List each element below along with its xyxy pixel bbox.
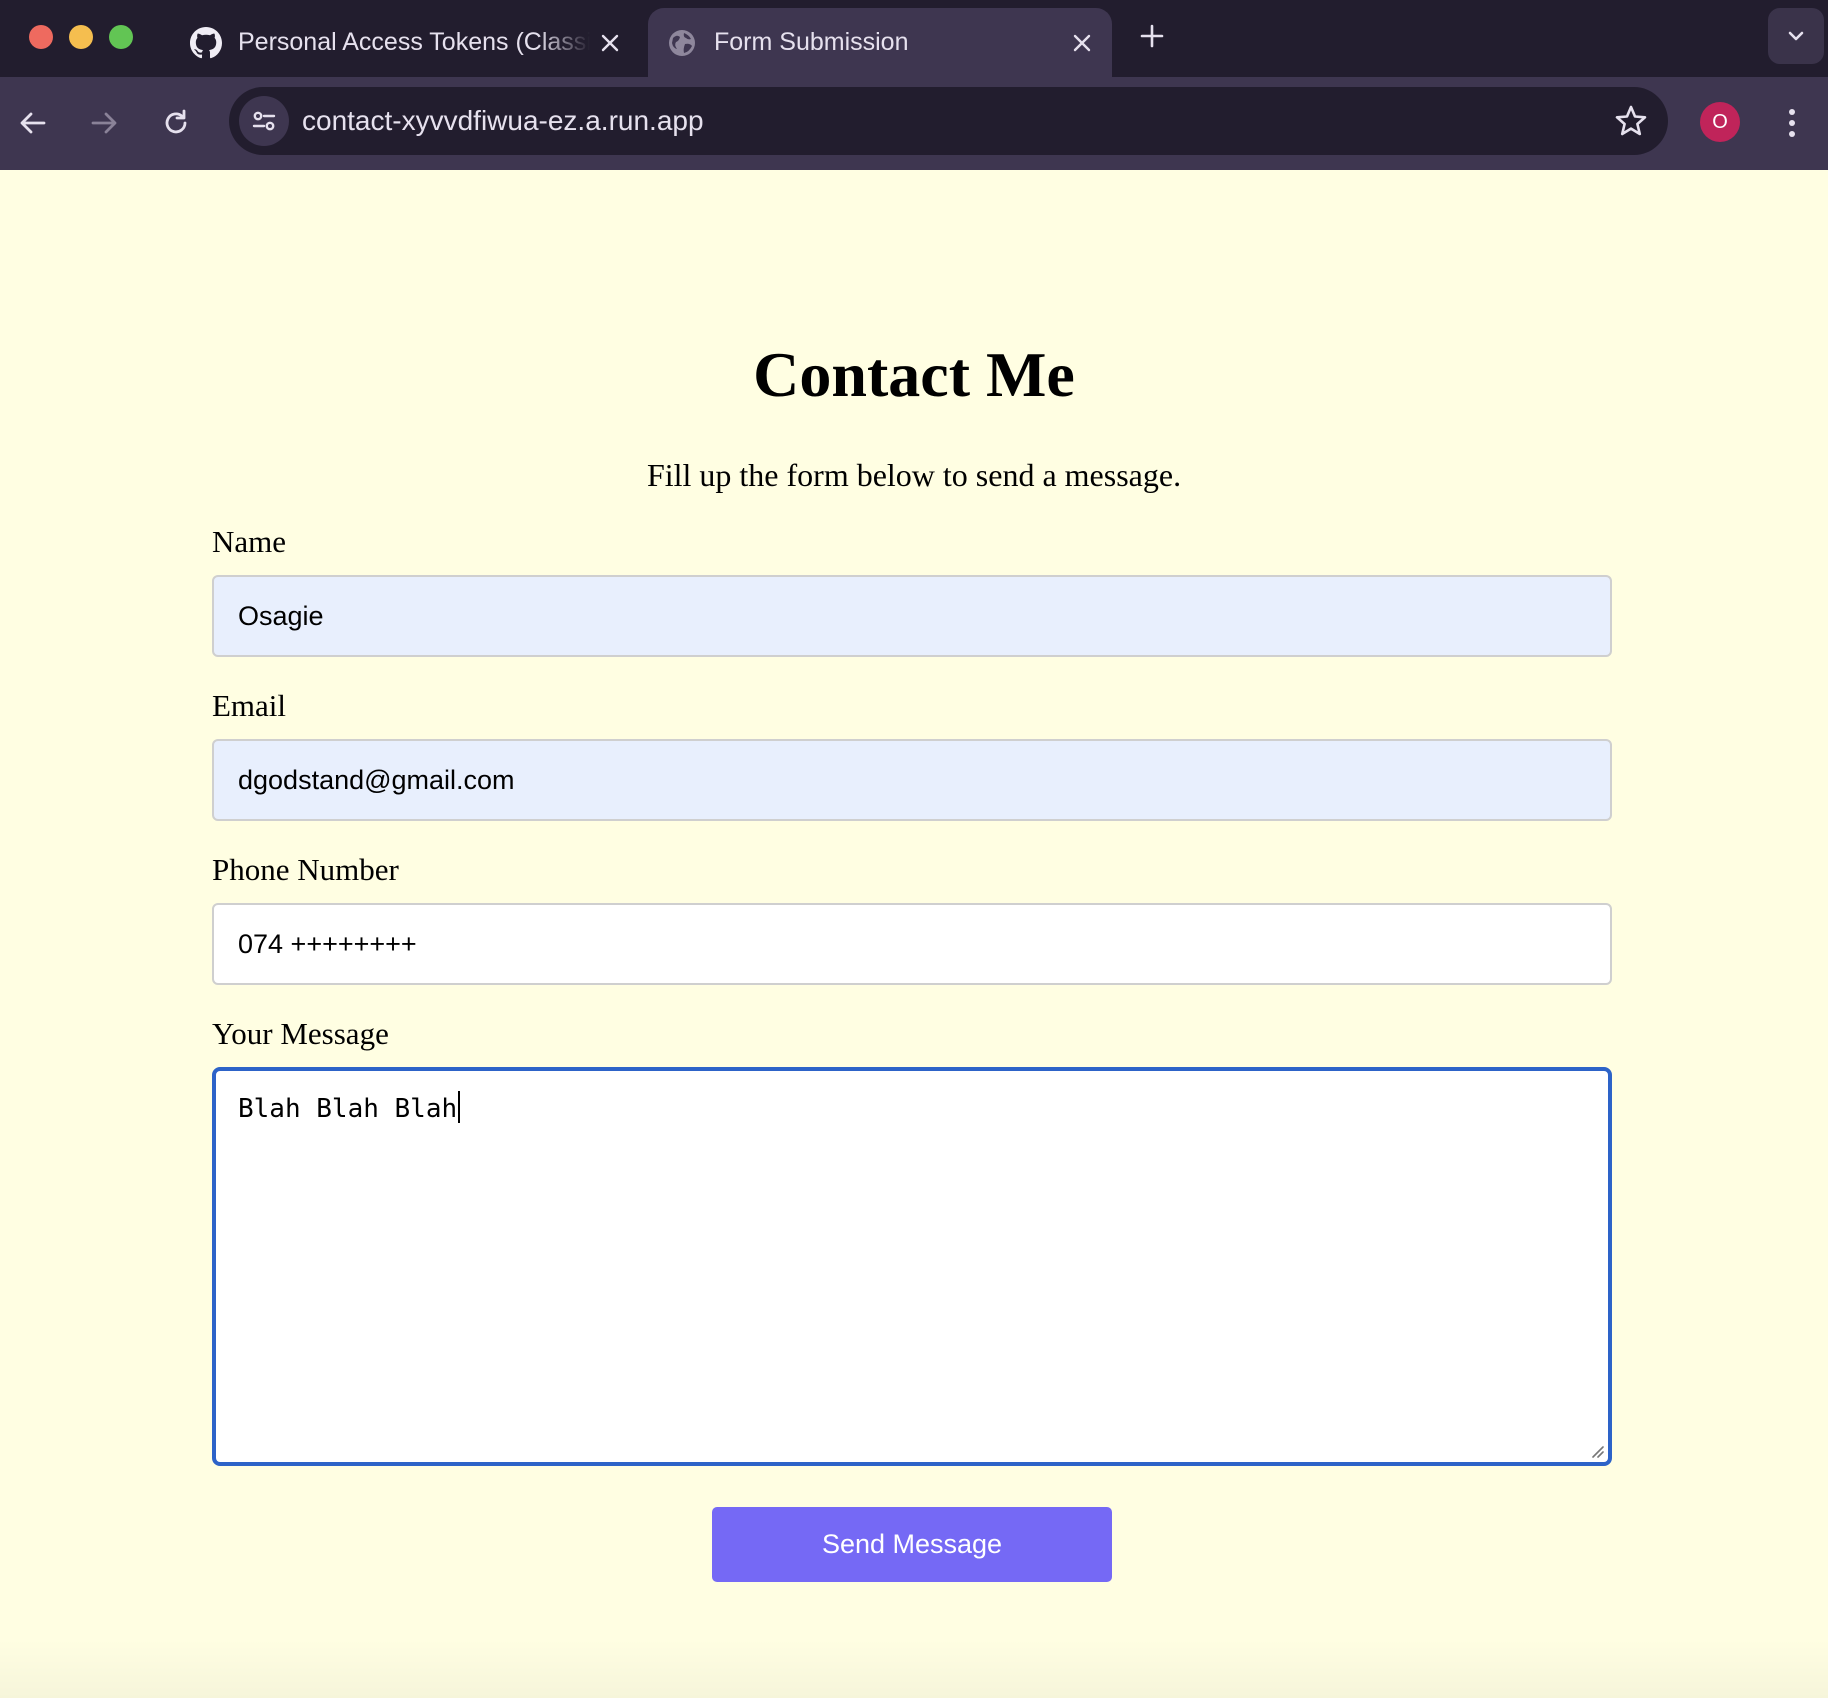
tab-strip: Personal Access Tokens (Classic) Form Su… <box>0 0 1828 77</box>
name-input-value: Osagie <box>238 600 324 631</box>
close-icon[interactable] <box>1062 23 1102 63</box>
page-content: Contact Me Fill up the form below to sen… <box>0 170 1828 1698</box>
profile-avatar[interactable]: O <box>1700 102 1740 142</box>
github-icon <box>188 25 224 61</box>
email-label: Email <box>212 688 287 723</box>
phone-input[interactable]: 074 ++++++++ <box>212 903 1612 985</box>
back-button[interactable] <box>10 100 56 146</box>
name-label: Name <box>212 524 287 559</box>
tab-title: Personal Access Tokens (Classic) <box>238 28 590 56</box>
tab-form-submission[interactable]: Form Submission <box>648 8 1112 77</box>
more-vertical-icon <box>1789 109 1795 137</box>
forward-button[interactable] <box>81 100 127 146</box>
resize-handle-icon[interactable] <box>1588 1442 1604 1458</box>
arrow-left-icon <box>20 112 46 134</box>
tab-title: Form Submission <box>714 28 909 56</box>
url-text[interactable]: contact-xyvvdfiwua-ez.a.run.app <box>302 87 704 155</box>
page-title: Contact Me <box>753 339 1075 410</box>
tune-icon <box>252 111 276 131</box>
text-caret <box>458 1091 461 1123</box>
browser-toolbar: contact-xyvvdfiwua-ez.a.run.app O <box>0 77 1828 170</box>
reload-button[interactable] <box>153 100 199 146</box>
address-bar[interactable]: contact-xyvvdfiwua-ez.a.run.app <box>229 87 1668 155</box>
tab-personal-access-tokens[interactable]: Personal Access Tokens (Classic) <box>180 8 640 77</box>
page-subtitle: Fill up the form below to send a message… <box>646 457 1182 493</box>
arrow-right-icon <box>91 112 117 134</box>
send-message-button[interactable]: Send Message <box>712 1507 1112 1582</box>
close-icon[interactable] <box>590 23 630 63</box>
browser-menu-button[interactable] <box>1772 100 1812 146</box>
bookmark-button[interactable] <box>1608 98 1654 144</box>
reload-icon <box>165 109 187 134</box>
phone-label: Phone Number <box>212 852 399 887</box>
email-input[interactable]: dgodstand@gmail.com <box>212 739 1612 821</box>
star-icon <box>1615 105 1647 136</box>
message-textarea-value: Blah Blah Blah <box>238 1094 458 1124</box>
site-info-button[interactable] <box>239 96 289 146</box>
globe-icon <box>664 25 700 61</box>
name-input[interactable]: Osagie <box>212 575 1612 657</box>
minimize-window-button[interactable] <box>69 25 93 49</box>
close-window-button[interactable] <box>29 25 53 49</box>
tab-search-button[interactable] <box>1768 8 1824 64</box>
chevron-down-icon <box>1788 31 1804 41</box>
message-label: Your Message <box>212 1016 389 1051</box>
phone-input-value: 074 ++++++++ <box>238 928 417 959</box>
new-tab-button[interactable] <box>1132 16 1172 56</box>
email-input-value: dgodstand@gmail.com <box>238 764 515 795</box>
maximize-window-button[interactable] <box>109 25 133 49</box>
message-textarea[interactable]: Blah Blah Blah <box>212 1067 1612 1466</box>
plus-icon <box>1140 24 1164 48</box>
